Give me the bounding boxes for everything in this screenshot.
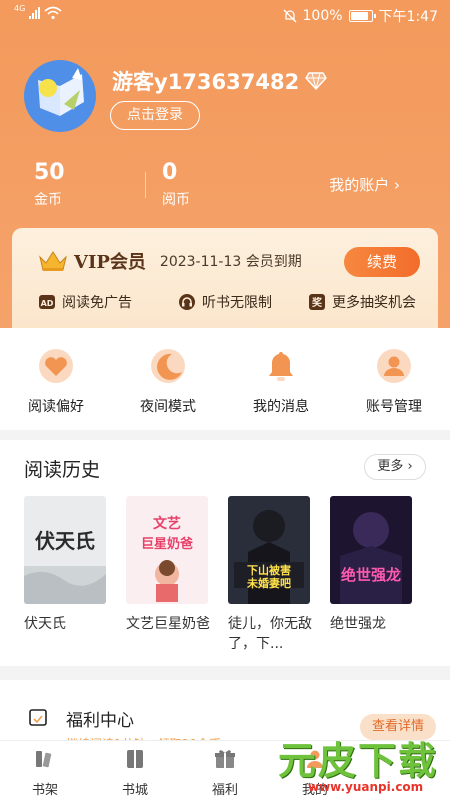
reading-preference-label: 阅读偏好 [28, 399, 84, 415]
perk-no-ads: AD 阅读免广告 [38, 292, 132, 312]
crown-icon [39, 251, 67, 271]
coins-label: 金币 [34, 192, 62, 208]
svg-text:下山被害: 下山被害 [247, 563, 291, 577]
signal-icon [29, 7, 41, 19]
book-icon [127, 750, 143, 768]
tab-welfare-label: 福利 [211, 783, 238, 798]
diamond-icon [305, 72, 328, 90]
username: 游客y173637482 [112, 66, 328, 96]
read-coins-label: 阅币 [162, 192, 190, 208]
svg-text:文艺: 文艺 [153, 515, 181, 532]
watermark-brand: 元皮下载 [278, 738, 439, 783]
coins-stat[interactable]: 50 金币 [34, 160, 65, 209]
account-management-button[interactable]: 账号管理 [338, 348, 450, 416]
perk-audiobook-label: 听书无限制 [202, 295, 272, 311]
night-mode-button[interactable]: 夜间模式 [112, 348, 224, 416]
battery-icon [348, 10, 376, 22]
reading-preference-button[interactable]: 阅读偏好 [0, 348, 112, 416]
book-item[interactable]: 文艺 巨星奶爸 文艺巨星奶爸 [126, 496, 210, 634]
tab-welfare[interactable]: 福利 [195, 747, 255, 798]
network-type: 4G [14, 4, 26, 13]
my-messages-label: 我的消息 [253, 399, 309, 415]
svg-text:巨星奶爸: 巨星奶爸 [141, 536, 193, 552]
headphones-icon [179, 294, 195, 310]
bell-icon [269, 352, 293, 381]
read-coins-value: 0 [162, 160, 178, 185]
bookshelf-icon [36, 751, 52, 768]
book-title: 徒儿，你无敌了，下... [228, 616, 312, 652]
my-messages-button[interactable]: 我的消息 [225, 348, 337, 416]
perk-audiobook: 听书无限制 [178, 292, 272, 312]
avatar[interactable] [24, 60, 96, 132]
vip-expiry: 2023-11-13 会员到期 [159, 254, 302, 270]
my-account-link[interactable]: 我的账户 › [329, 174, 400, 195]
perk-no-ads-label: 阅读免广告 [62, 295, 132, 311]
user-icon [377, 349, 411, 383]
svg-text:伏天氏: 伏天氏 [35, 529, 95, 553]
gift-icon [215, 750, 235, 768]
more-button[interactable]: 更多 › [364, 454, 426, 480]
perk-lottery-label: 更多抽奖机会 [332, 295, 416, 311]
mute-bell-icon [283, 9, 296, 23]
stat-divider [145, 172, 146, 198]
coins-value: 50 [34, 160, 65, 185]
wifi-icon [44, 6, 62, 20]
ad-icon: AD [39, 295, 55, 309]
heart-icon [39, 349, 73, 383]
account-management-label: 账号管理 [366, 399, 422, 415]
lottery-icon: 奖 [309, 294, 325, 310]
quick-menu: 阅读偏好 夜间模式 我的消息 账号管理 [0, 328, 450, 430]
tab-bookstore[interactable]: 书城 [105, 747, 165, 798]
book-title: 绝世强龙 [330, 616, 386, 632]
night-mode-label: 夜间模式 [140, 399, 196, 415]
renew-button[interactable]: 续费 [344, 247, 420, 277]
book-item[interactable]: 伏天氏 伏天氏 [24, 496, 106, 634]
vip-label: VIP会员 [74, 252, 146, 273]
read-coins-stat[interactable]: 0 阅币 [162, 160, 190, 209]
perk-lottery: 奖 更多抽奖机会 [308, 292, 416, 312]
status-bar: 4G 100% 下午1:47 [0, 0, 450, 32]
moon-icon [151, 349, 185, 383]
book-item[interactable]: 下山被害 未婚妻吧 徒儿，你无敌了，下... [228, 496, 312, 654]
svg-text:AD: AD [41, 299, 54, 308]
welfare-title: 福利中心 [66, 711, 134, 731]
book-cover: 伏天氏 [24, 496, 106, 604]
vip-title: VIP会员 2023-11-13 会员到期 [38, 248, 302, 274]
book-title: 伏天氏 [24, 616, 66, 632]
history-title: 阅读历史 [24, 459, 101, 481]
tab-bookstore-label: 书城 [121, 783, 148, 798]
username-text: 游客y173637482 [112, 70, 300, 94]
vip-card[interactable]: VIP会员 2023-11-13 会员到期 续费 AD 阅读免广告 听书无限制 … [12, 228, 438, 328]
book-item[interactable]: 绝世强龙 绝世强龙 [330, 496, 412, 634]
clock: 下午1:47 [378, 9, 438, 25]
reading-history: 阅读历史 更多 › 伏天氏 伏天氏 文艺 巨星奶爸 文艺巨星奶爸 下山被害 未婚… [0, 440, 450, 666]
svg-text:绝世强龙: 绝世强龙 [341, 566, 401, 584]
svg-text:奖: 奖 [312, 296, 323, 309]
book-title: 文艺巨星奶爸 [126, 616, 210, 632]
book-cover: 文艺 巨星奶爸 [126, 496, 208, 604]
login-button[interactable]: 点击登录 [110, 101, 200, 130]
svg-text:未婚妻吧: 未婚妻吧 [246, 576, 291, 590]
battery-percent: 100% [302, 8, 343, 24]
book-cover: 绝世强龙 [330, 496, 412, 604]
watermark-logo: 元皮下载 www.yuanpi.com [268, 726, 450, 800]
tab-bookshelf-label: 书架 [31, 783, 58, 798]
tab-bookshelf[interactable]: 书架 [15, 747, 75, 798]
book-cover: 下山被害 未婚妻吧 [228, 496, 310, 604]
watermark-url: www.yuanpi.com [308, 780, 424, 794]
calendar-icon [29, 709, 47, 726]
